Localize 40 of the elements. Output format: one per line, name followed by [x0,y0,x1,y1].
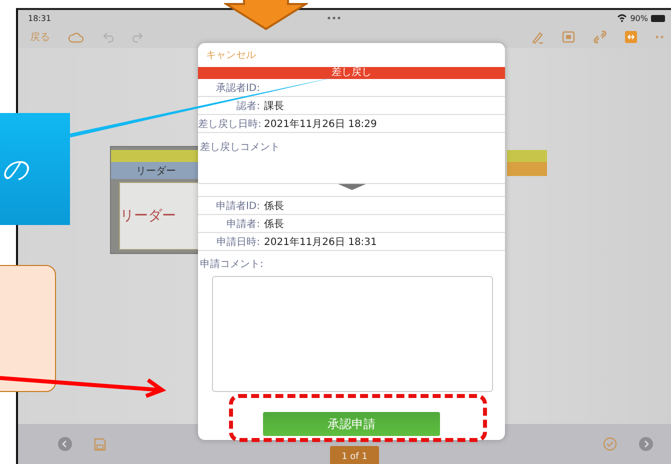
field-value: 課長 [264,100,284,112]
cloud-icon[interactable] [68,32,84,42]
comment-field[interactable] [212,276,493,392]
callout-text: の [2,154,29,186]
field-value: 2021年11月26日 18:31 [264,236,377,248]
field-value: 2021年11月26日 18:29 [264,118,377,130]
more-dots-icon[interactable] [655,35,665,39]
chevron-down-icon[interactable] [338,184,366,190]
back-button[interactable]: 戻る [30,30,50,44]
field-label: 認者: [236,100,260,112]
field-value: 係長 [264,218,284,230]
save-icon[interactable] [94,438,106,450]
checkmark-circle-icon[interactable] [603,437,618,451]
more-dots-icon [327,16,342,20]
image-icon[interactable] [562,31,575,43]
resize-icon[interactable] [625,31,637,43]
undo-icon[interactable] [102,32,114,42]
submit-approval-button[interactable]: 承認申請 [263,412,440,436]
field-label: 申請日時: [216,236,260,248]
page-indicator[interactable]: 1 of 1 [330,446,380,464]
link-icon[interactable] [593,30,607,44]
comment-label: 申請コメント: [200,258,264,271]
pen-icon[interactable] [531,30,544,44]
field-label: 差し戻し日時: [198,118,260,130]
battery-icon [651,14,665,22]
table-title-bar [507,150,547,162]
wifi-icon [617,14,628,22]
field-label: 申請者ID: [214,200,260,212]
field-label: 承認者ID: [214,82,260,94]
status-banner: 差し戻し [198,67,505,79]
table-header [507,162,547,176]
field-value: 係長 [264,200,284,212]
cell-text: リーダー [120,207,176,225]
return-comment-label: 差し戻しコメント [200,142,280,153]
status-time: 18:31 [28,14,52,22]
redo-icon[interactable] [132,32,144,42]
cancel-button[interactable]: キャンセル [198,43,505,67]
battery-percent: 90% [630,14,648,22]
table-header: リーダー [111,162,201,179]
field-label: 申請者: [226,218,260,230]
